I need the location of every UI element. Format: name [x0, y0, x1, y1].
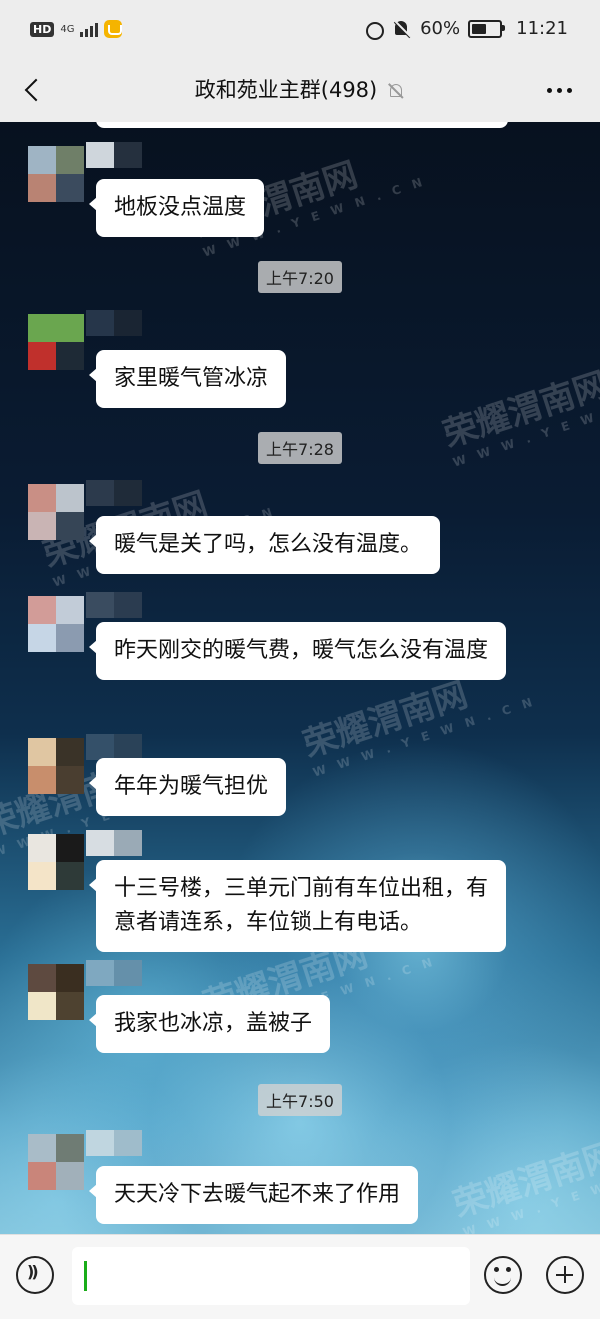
chat-title: 政和苑业主群(498) [194, 78, 378, 102]
message-text: 家里暖气管冰凉 [114, 366, 269, 391]
signal-icon [80, 21, 99, 37]
input-bar [0, 1234, 600, 1319]
avatar[interactable] [28, 146, 84, 202]
sender-name-mosaic [86, 830, 186, 856]
plus-icon[interactable] [546, 1256, 584, 1294]
avatar[interactable] [28, 1134, 84, 1190]
avatar[interactable] [28, 596, 84, 652]
text-cursor [84, 1261, 87, 1291]
message-bubble[interactable]: 昨天刚交的暖气费，暖气怎么没有温度 [89, 622, 506, 680]
emoji-icon[interactable] [484, 1256, 522, 1294]
message-bubble[interactable]: 家里暖气管冰凉 [88, 350, 287, 408]
message-text: 年年为暖气担优 [114, 774, 269, 799]
message-text: 天天冷下去暖气起不来了作用 [114, 1182, 401, 1207]
network-type: 4G [60, 23, 75, 35]
hd-badge: HD [30, 21, 55, 37]
status-right: 60% 11:21 [364, 18, 568, 40]
message-bubble[interactable]: 暖气是关了吗，怎么没有温度。 [88, 516, 441, 574]
sender-name-mosaic [86, 592, 186, 618]
message-text: 暖气是关了吗，怎么没有温度。 [114, 532, 423, 557]
sender-name-mosaic [86, 480, 186, 506]
timestamp: 上午7:50 [0, 1084, 600, 1116]
message-bubble[interactable]: 我家也冰凉，盖被子 [88, 995, 331, 1053]
mute-icon [392, 19, 412, 39]
avatar[interactable] [28, 314, 84, 370]
bell-muted-icon [387, 82, 405, 100]
avatar[interactable] [28, 738, 84, 794]
avatar[interactable] [28, 484, 84, 540]
message-text: 昨天刚交的暖气费，暖气怎么没有温度 [114, 638, 489, 663]
more-dots-icon[interactable] [547, 88, 572, 93]
sender-name-mosaic [86, 310, 186, 336]
clock: 11:21 [516, 18, 568, 39]
message-text: 十三号楼，三单元门前有车位出租，有意者请连系，车位锁上有电话。 [114, 876, 489, 935]
avatar[interactable] [28, 964, 84, 1020]
message-input[interactable] [72, 1247, 470, 1305]
message-bubble[interactable]: 十三号楼，三单元门前有车位出租，有意者请连系，车位锁上有电话。 [89, 860, 506, 952]
sender-name-mosaic [86, 142, 186, 168]
status-left: HD 4G [30, 20, 123, 38]
app-notification-icon [104, 20, 123, 38]
avatar[interactable] [28, 834, 84, 890]
watermark: 荣耀渭南网W W W . Y E W N . C N [448, 1134, 600, 1234]
message-bubble[interactable]: 地板没点温度 [88, 179, 265, 237]
sender-name-mosaic [86, 1130, 186, 1156]
message-bubble[interactable]: 年年为暖气担优 [88, 758, 287, 816]
alarm-icon [364, 19, 385, 40]
message-text: 地板没点温度 [114, 195, 247, 220]
message-text: 我家也冰凉，盖被子 [114, 1011, 313, 1036]
battery-percent: 60% [420, 18, 461, 39]
timestamp: 上午7:20 [0, 261, 600, 293]
chat-title-wrap[interactable]: 政和苑业主群(498) [0, 74, 600, 104]
battery-icon [468, 19, 506, 38]
status-bar: HD 4G 60% 11:21 [0, 0, 600, 60]
message-bubble[interactable]: 天天冷下去暖气起不来了作用 [88, 1166, 419, 1224]
voice-icon[interactable] [16, 1256, 54, 1294]
sender-name-mosaic [86, 734, 186, 760]
battery-fill [472, 23, 487, 34]
chat-header: 政和苑业主群(498) [0, 60, 600, 122]
message-list[interactable]: 荣耀渭南网 W W W . Y E W N . C N 荣耀渭南网 W W W . … [0, 122, 600, 1234]
partial-bubble [96, 122, 508, 128]
timestamp: 上午7:28 [0, 432, 600, 464]
sender-name-mosaic [86, 960, 186, 986]
